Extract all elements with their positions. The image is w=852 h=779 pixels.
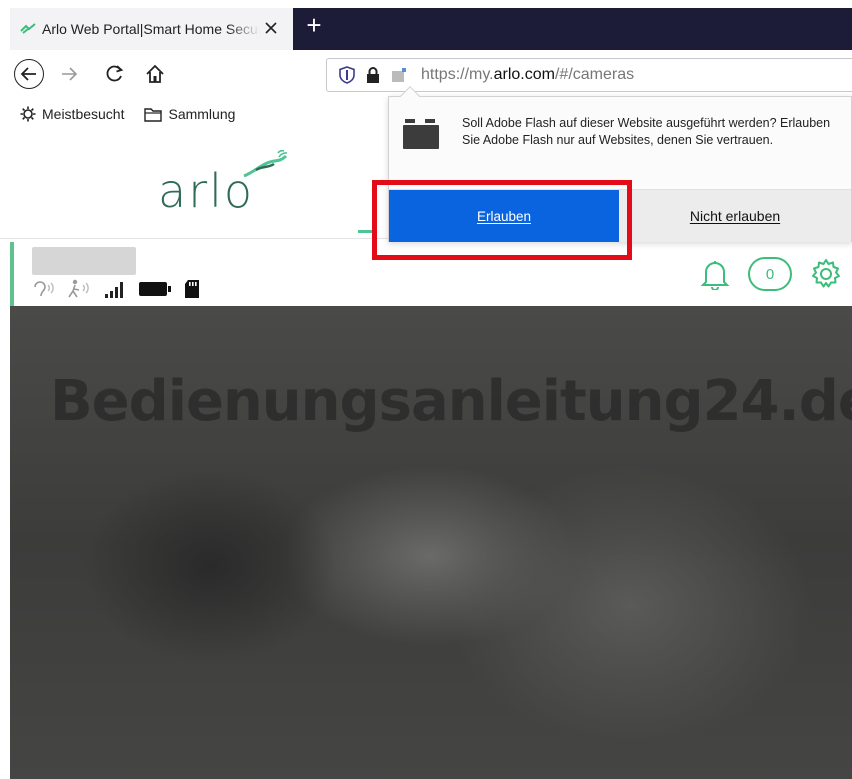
- battery-icon: [139, 282, 171, 296]
- folder-icon: [144, 107, 163, 122]
- arrow-left-icon: [20, 67, 36, 81]
- reload-icon: [106, 65, 124, 82]
- plugin-icon: [403, 119, 439, 149]
- bookmark-label: Meistbesucht: [42, 106, 125, 122]
- lock-icon[interactable]: [363, 65, 383, 85]
- sd-card-icon: [185, 280, 199, 298]
- signal-icon: [105, 282, 123, 298]
- tab-strip: Arlo Web Portal|Smart Home Security +: [0, 0, 852, 50]
- motion-icon: [68, 279, 89, 298]
- camera-name[interactable]: [32, 247, 136, 275]
- active-nav-indicator: [358, 230, 372, 233]
- bookmark-meistbesucht[interactable]: Meistbesucht: [20, 106, 124, 122]
- plugin-notification-icon[interactable]: [389, 65, 409, 85]
- url-text: https://my.arlo.com/#/cameras: [421, 66, 635, 83]
- deny-flash-button[interactable]: Nicht erlauben: [619, 190, 851, 242]
- logo-wordmark: arlo: [158, 164, 255, 218]
- forward-button[interactable]: [54, 59, 84, 89]
- motion-event-counter[interactable]: 0: [748, 257, 792, 291]
- tracking-protection-shield-icon[interactable]: [337, 65, 357, 85]
- camera-actions: 0: [700, 254, 842, 294]
- camera-feed[interactable]: Bedienungsanleitung24.de: [10, 306, 852, 779]
- bookmark-sammlung[interactable]: Sammlung: [144, 106, 235, 122]
- flash-prompt-message: Soll Adobe Flash auf dieser Website ausg…: [462, 116, 831, 147]
- tab-arlo[interactable]: Arlo Web Portal|Smart Home Security: [10, 8, 293, 50]
- camera-card-accent: [10, 242, 14, 306]
- audio-icon: [34, 281, 54, 297]
- gear-icon: [20, 106, 36, 122]
- tab-strip-background: [293, 8, 852, 50]
- reload-button[interactable]: [100, 59, 130, 89]
- arlo-favicon-icon: [20, 22, 36, 36]
- home-icon: [146, 64, 164, 83]
- new-tab-button[interactable]: +: [303, 12, 325, 38]
- watermark: Bedienungsanleitung24.de: [50, 369, 852, 434]
- camera-status-row: [32, 278, 200, 300]
- nav-toolbar: https://my.arlo.com/#/cameras: [0, 50, 852, 98]
- arlo-logo[interactable]: arlo: [158, 150, 298, 220]
- arrow-right-icon: [62, 67, 78, 81]
- bird-logo-icon: [243, 150, 288, 178]
- bell-icon[interactable]: [700, 258, 730, 290]
- back-button[interactable]: [14, 59, 44, 89]
- tab-title: Arlo Web Portal|Smart Home Security: [42, 21, 260, 37]
- address-bar[interactable]: https://my.arlo.com/#/cameras: [326, 58, 852, 92]
- bookmark-label: Sammlung: [168, 106, 236, 122]
- highlight-annotation: [372, 180, 632, 260]
- close-tab-icon[interactable]: [263, 20, 279, 36]
- camera-card: 0 Bedienungsanleitung24.de: [10, 242, 852, 779]
- home-button[interactable]: [140, 59, 170, 89]
- gear-icon[interactable]: [810, 258, 842, 290]
